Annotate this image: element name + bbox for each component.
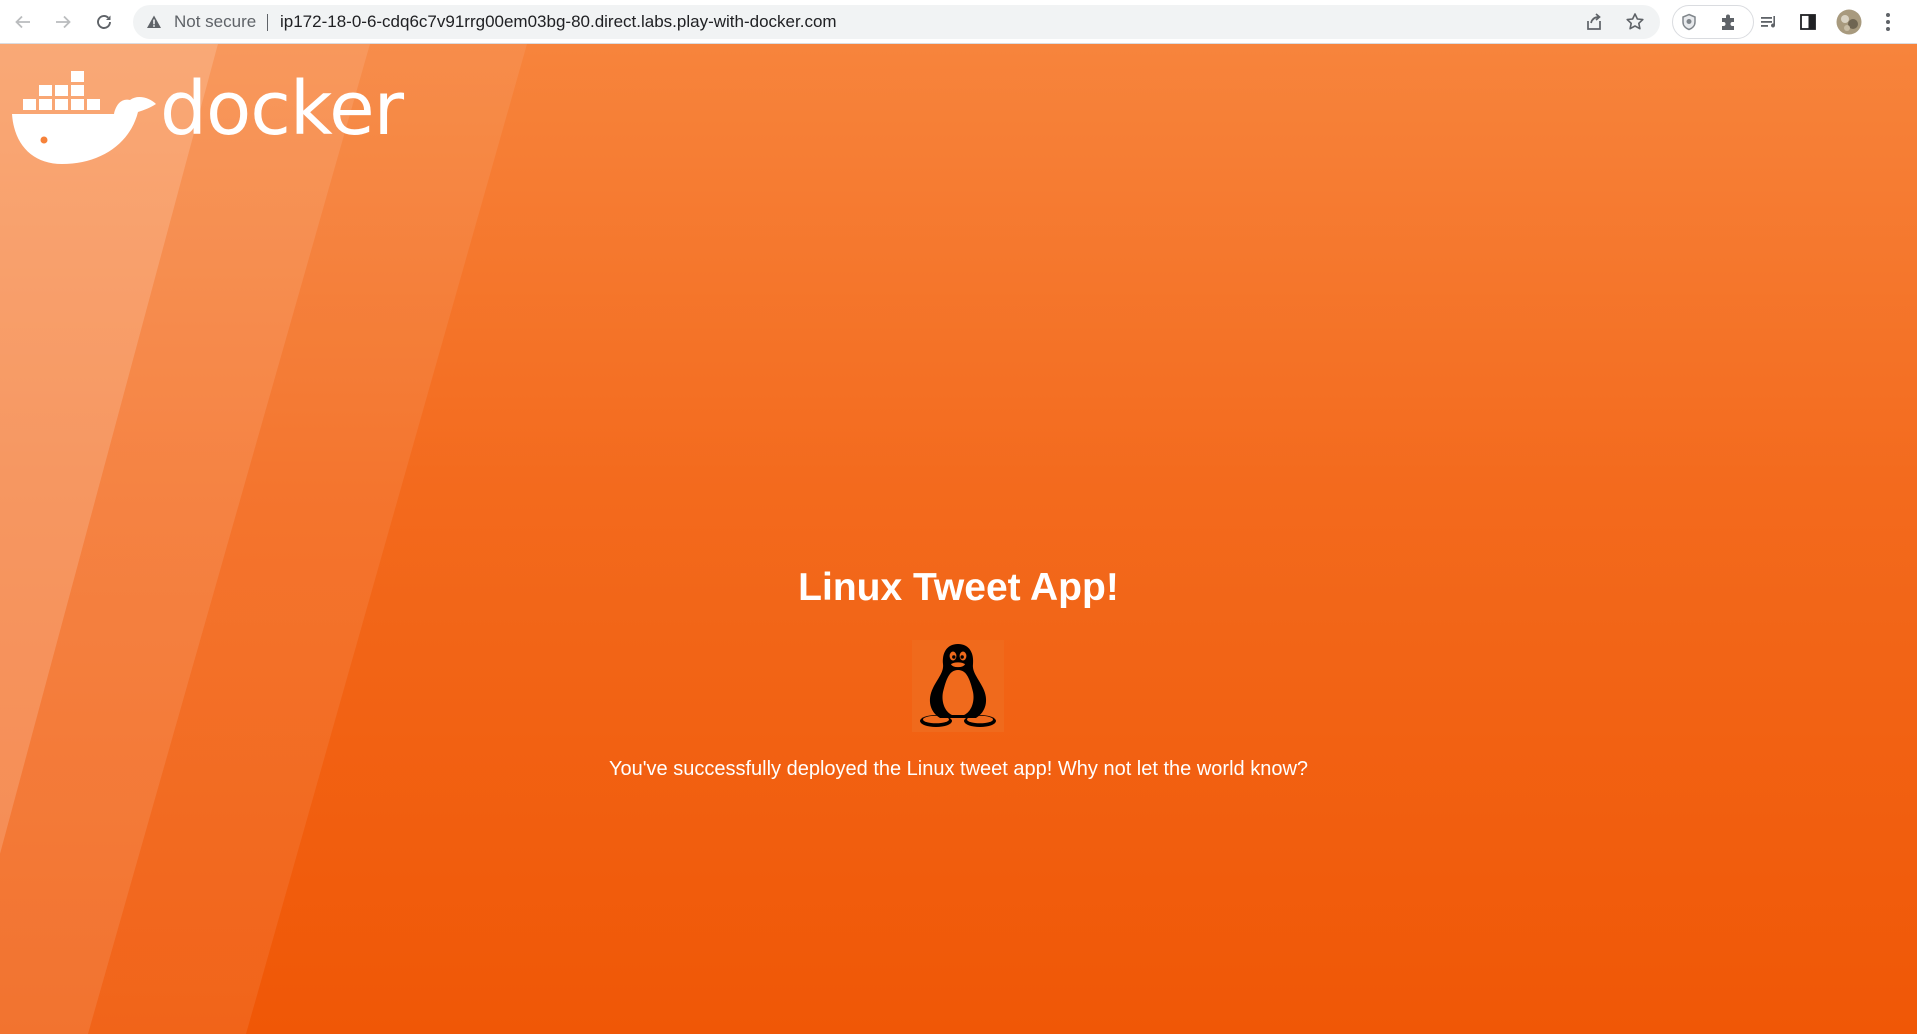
browser-menu-button[interactable] <box>1873 7 1903 37</box>
browser-toolbar: Not secure ip172-18-0-6-cdq6c7v91rrg00em… <box>0 0 1917 44</box>
shield-extension-button[interactable] <box>1674 7 1704 37</box>
avatar <box>1836 9 1862 35</box>
address-bar[interactable]: Not secure ip172-18-0-6-cdq6c7v91rrg00em… <box>133 5 1660 39</box>
tux-penguin-icon <box>912 640 1004 732</box>
arrow-right-icon <box>56 15 71 29</box>
side-panel-button[interactable] <box>1793 7 1823 37</box>
side-panel-icon <box>1800 14 1816 30</box>
extensions-button[interactable] <box>1714 7 1744 37</box>
warning-triangle-icon[interactable] <box>146 14 162 30</box>
back-button[interactable] <box>8 7 38 37</box>
docker-whale-icon <box>12 71 156 164</box>
docker-logo: docker <box>10 54 404 164</box>
docker-wordmark: docker <box>160 66 404 152</box>
reload-icon <box>97 15 111 29</box>
share-icon[interactable] <box>1584 12 1604 32</box>
reading-list-icon <box>1761 16 1775 28</box>
page-title: Linux Tweet App! <box>798 566 1119 609</box>
background-stripes <box>0 44 527 1034</box>
forward-button[interactable] <box>48 7 78 37</box>
url-text[interactable]: ip172-18-0-6-cdq6c7v91rrg00em03bg-80.dir… <box>280 5 837 39</box>
security-status[interactable]: Not secure <box>174 5 256 39</box>
arrow-left-icon <box>15 15 30 29</box>
star-icon[interactable] <box>1625 12 1645 32</box>
puzzle-icon <box>1722 14 1734 30</box>
profile-button[interactable] <box>1834 7 1864 37</box>
shield-icon <box>1682 13 1696 31</box>
address-divider <box>267 14 268 31</box>
reading-list-button[interactable] <box>1754 7 1784 37</box>
success-message: You've successfully deployed the Linux t… <box>608 758 1309 780</box>
app-page: docker Linux Tweet App! You've successfu… <box>0 44 1917 1034</box>
reload-button[interactable] <box>89 7 119 37</box>
kebab-menu-icon <box>1886 13 1890 31</box>
